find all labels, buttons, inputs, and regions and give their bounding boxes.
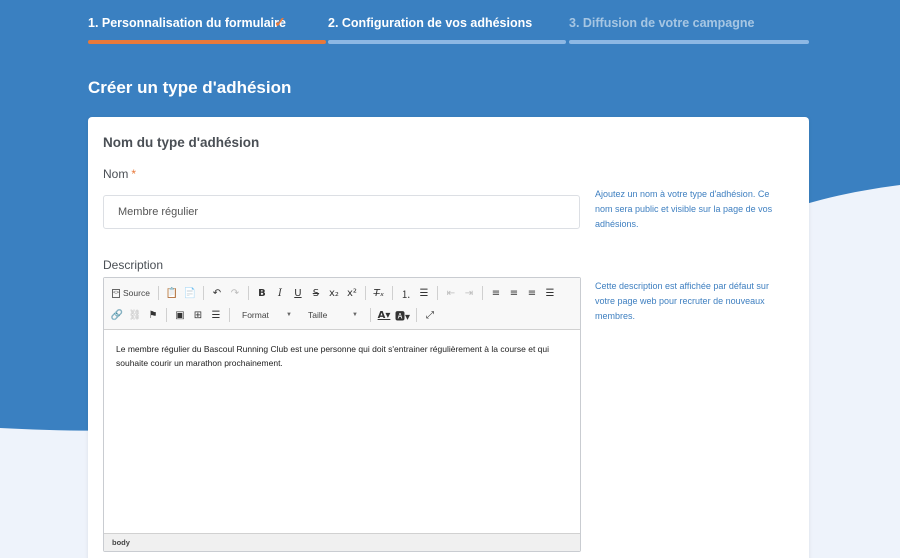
toolbar-separator	[157, 286, 159, 300]
background-color-icon[interactable]: 🅰▾	[393, 305, 412, 325]
link-icon[interactable]: 🔗	[108, 305, 126, 325]
membership-type-card: Nom du type d'adhésion Nom* Ajoutez un n…	[88, 117, 809, 558]
editor-content[interactable]: Le membre régulier du Bascoul Running Cl…	[116, 342, 568, 370]
name-label-text: Nom	[103, 167, 129, 181]
superscript-icon[interactable]: x²	[343, 283, 361, 303]
name-label: Nom *	[103, 167, 136, 181]
toolbar-separator	[481, 286, 483, 300]
bulleted-list-icon[interactable]: ☰	[415, 283, 433, 303]
step-3-label: 3. Diffusion de votre campagne	[569, 16, 755, 30]
toolbar-separator	[364, 286, 366, 300]
toolbar-separator	[229, 308, 230, 322]
format-dropdown-label: Format	[242, 310, 269, 320]
paste-word-icon[interactable]: 📄	[181, 283, 199, 303]
source-label: Source	[123, 288, 150, 298]
step-3[interactable]: 3. Diffusion de votre campagne	[569, 0, 809, 46]
anchor-icon[interactable]: ⚑	[144, 305, 162, 325]
bold-icon[interactable]: B	[253, 283, 271, 303]
step-2-progress-bar	[328, 40, 566, 44]
toolbar-separator	[166, 308, 167, 322]
align-left-icon[interactable]: ≡	[487, 283, 505, 303]
align-center-icon[interactable]: ≡	[505, 283, 523, 303]
toolbar-row-1: <> Source 📋 📄 ↶ ↷ B I U S x₂ x² T̶ₓ ⒈ ☰ …	[108, 282, 559, 304]
unlink-icon[interactable]: ⛓	[126, 305, 144, 325]
element-path[interactable]: body	[112, 538, 130, 547]
italic-icon[interactable]: I	[271, 283, 289, 303]
name-input[interactable]	[103, 195, 580, 229]
size-dropdown[interactable]: Taille ▼	[303, 307, 363, 323]
text-color-icon[interactable]: A▾	[375, 305, 393, 325]
justify-icon[interactable]: ☰	[541, 283, 559, 303]
check-icon: ✓	[274, 14, 286, 30]
chevron-down-icon: ▼	[352, 312, 358, 318]
name-help-text: Ajoutez un nom à votre type d'adhésion. …	[595, 189, 773, 229]
editor-toolbar: <> Source 📋 📄 ↶ ↷ B I U S x₂ x² T̶ₓ ⒈ ☰ …	[104, 278, 580, 330]
toolbar-separator	[436, 286, 438, 300]
editor-statusbar: body	[104, 533, 580, 551]
align-right-icon[interactable]: ≡	[523, 283, 541, 303]
numbered-list-icon[interactable]: ⒈	[397, 283, 415, 303]
undo-icon[interactable]: ↶	[208, 283, 226, 303]
redo-icon[interactable]: ↷	[226, 283, 244, 303]
section-title: Nom du type d'adhésion	[103, 135, 260, 150]
progress-stepper: 1. Personnalisation du formulaire ✓ 2. C…	[88, 0, 809, 46]
underline-icon[interactable]: U	[289, 283, 307, 303]
format-dropdown[interactable]: Format ▼	[237, 307, 297, 323]
toolbar-row-2: 🔗 ⛓ ⚑ ▣ ⊞ ☰ Format ▼ Taille ▼ A▾ 🅰▾ ⤢	[108, 304, 439, 326]
source-icon: <>	[112, 288, 120, 298]
toolbar-separator	[247, 286, 249, 300]
indent-icon[interactable]: ⇥	[460, 283, 478, 303]
description-editor[interactable]: <> Source 📋 📄 ↶ ↷ B I U S x₂ x² T̶ₓ ⒈ ☰ …	[103, 277, 581, 552]
toolbar-separator	[416, 308, 418, 322]
remove-format-icon[interactable]: T̶ₓ	[370, 283, 388, 303]
subscript-icon[interactable]: x₂	[325, 283, 343, 303]
chevron-down-icon: ▼	[286, 312, 292, 318]
toolbar-separator	[202, 286, 204, 300]
step-3-progress-bar	[569, 40, 809, 44]
image-icon[interactable]: ▣	[171, 305, 189, 325]
horizontal-line-icon[interactable]: ☰	[207, 305, 225, 325]
source-button[interactable]: <> Source	[108, 288, 154, 298]
step-1-progress-bar	[88, 40, 326, 44]
required-mark: *	[131, 167, 137, 181]
table-icon[interactable]: ⊞	[189, 305, 207, 325]
step-2-label: 2. Configuration de vos adhésions	[328, 16, 533, 30]
size-dropdown-label: Taille	[308, 310, 328, 320]
description-help-text: Cette description est affichée par défau…	[595, 281, 769, 321]
step-1-label: 1. Personnalisation du formulaire	[88, 16, 286, 30]
toolbar-separator	[391, 286, 393, 300]
paste-text-icon[interactable]: 📋	[163, 283, 181, 303]
toolbar-separator	[370, 308, 371, 322]
page-title: Créer un type d'adhésion	[88, 78, 292, 97]
step-2[interactable]: 2. Configuration de vos adhésions	[328, 0, 566, 46]
strikethrough-icon[interactable]: S	[307, 283, 325, 303]
step-1[interactable]: 1. Personnalisation du formulaire ✓	[88, 0, 326, 46]
description-label: Description	[103, 258, 164, 272]
outdent-icon[interactable]: ⇤	[442, 283, 460, 303]
maximize-icon[interactable]: ⤢	[421, 305, 439, 325]
